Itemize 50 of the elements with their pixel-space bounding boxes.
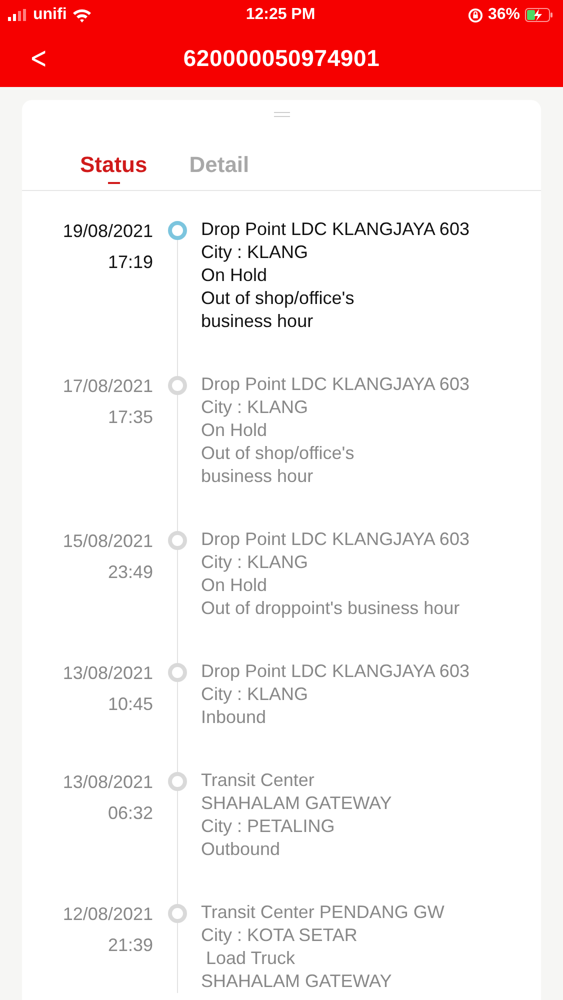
drag-handle-icon — [274, 112, 290, 117]
event-text: Out of shop/office's — [201, 442, 356, 465]
event-text: City : KLANG — [201, 396, 310, 419]
signal-icon — [8, 9, 28, 21]
event-text: City : KOTA SETAR — [201, 924, 358, 947]
rotation-lock-icon — [468, 8, 483, 22]
event-date: 13/08/2021 — [62, 771, 153, 793]
event-date: 12/08/2021 — [62, 903, 153, 925]
event-time: 10:45 — [108, 693, 153, 715]
event-text: On Hold — [201, 264, 268, 287]
clock: 12:25 PM — [246, 6, 316, 24]
tab[interactable]: Detail — [189, 117, 250, 190]
event-text: City : KLANG — [201, 241, 310, 264]
event-text: Drop Point LDC KLANGJAYA 603 — [201, 373, 470, 396]
tracking-number: 620000050974901 — [183, 45, 380, 72]
event-text: Transit Center PENDANG GW — [201, 901, 444, 924]
event-text: Load Truck — [205, 947, 296, 970]
event-date: 17/08/2021 — [62, 375, 153, 397]
event-text: On Hold — [201, 574, 268, 597]
event-time: 17:35 — [108, 406, 153, 428]
event-text: Outbound — [201, 838, 282, 861]
battery-icon — [525, 8, 553, 22]
back-button[interactable]: < — [26, 41, 50, 76]
event-date: 19/08/2021 — [62, 220, 153, 242]
event-date: 15/08/2021 — [62, 530, 153, 552]
tab[interactable]: Status — [80, 117, 148, 190]
event-text: Drop Point LDC KLANGJAYA 603 — [201, 528, 470, 551]
event-time: 21:39 — [108, 934, 153, 956]
event-time: 06:32 — [108, 802, 153, 824]
event-text: Inbound — [201, 706, 268, 729]
battery-percent: 36% — [488, 6, 520, 24]
event-text: SHAHALAM GATEWAY — [201, 792, 392, 815]
event-time: 17:19 — [108, 251, 153, 273]
event-text: business hour — [201, 310, 314, 333]
event-text: City : KLANG — [201, 551, 310, 574]
carrier-name: unifi — [33, 6, 67, 24]
tab-indicator — [108, 182, 120, 184]
event-text: Drop Point LDC KLANGJAYA 603 — [201, 660, 470, 683]
event-text: On Hold — [201, 419, 268, 442]
event-text: City : KLANG — [201, 683, 310, 706]
event-text: City : PETALING — [201, 815, 336, 838]
event-text: Transit Center — [201, 769, 316, 792]
event-text: SHAHALAM GATEWAY — [201, 970, 393, 993]
event-date: 13/08/2021 — [62, 662, 153, 684]
event-time: 23:49 — [108, 561, 153, 583]
event-text: Out of shop/office's — [201, 287, 356, 310]
event-text: business hour — [201, 465, 314, 488]
wifi-icon — [72, 8, 92, 22]
event-text: Drop Point LDC KLANGJAYA 603 — [201, 218, 470, 241]
event-text: Out of droppoint's business hour — [201, 597, 461, 620]
